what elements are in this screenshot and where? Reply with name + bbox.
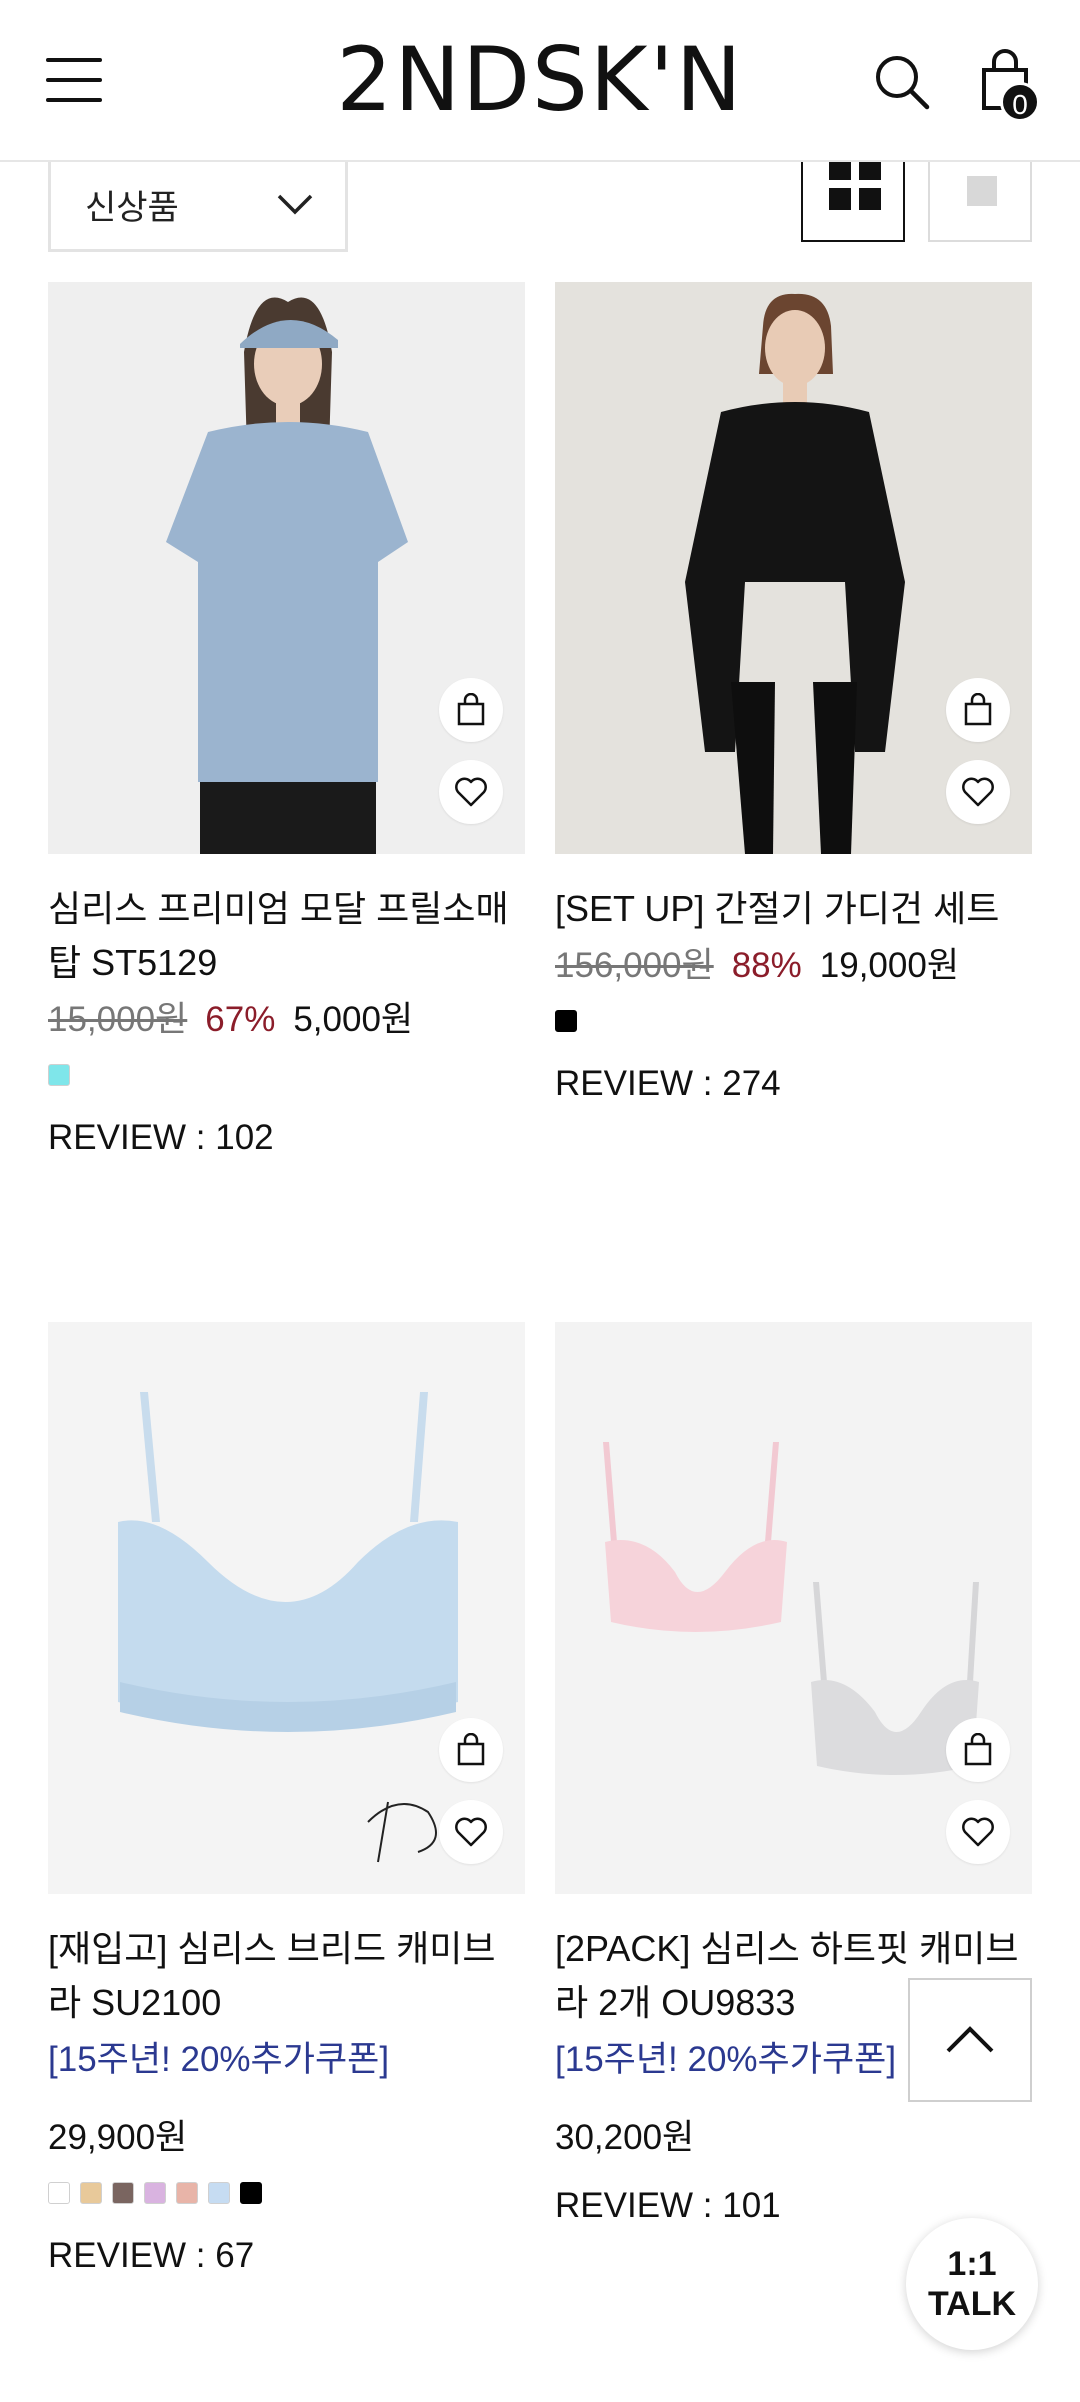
shopping-bag-icon bbox=[457, 1733, 485, 1766]
sale-price: 30,200원 bbox=[555, 2118, 695, 2157]
wishlist-button[interactable] bbox=[946, 760, 1010, 824]
sort-selected-label: 신상품 bbox=[85, 189, 179, 227]
price-row: 29,900원 bbox=[48, 2108, 525, 2168]
cart-count-badge: 0 bbox=[1000, 82, 1040, 122]
price-row: 30,200원 bbox=[555, 2108, 1032, 2168]
add-to-cart-button[interactable] bbox=[439, 1718, 503, 1782]
product-card[interactable]: [SET UP] 간절기 가디건 세트 156,000원 88% 19,000원 R… bbox=[555, 282, 1032, 1114]
product-name[interactable]: [재입고] 심리스 브리드 캐미브라 SU2100 bbox=[48, 1922, 525, 2030]
wishlist-button[interactable] bbox=[946, 1800, 1010, 1864]
add-to-cart-button[interactable] bbox=[946, 678, 1010, 742]
color-swatches bbox=[555, 1010, 1032, 1032]
wishlist-button[interactable] bbox=[439, 760, 503, 824]
color-swatch bbox=[48, 2182, 70, 2204]
add-to-cart-button[interactable] bbox=[439, 678, 503, 742]
sale-price: 29,900원 bbox=[48, 2118, 188, 2157]
color-swatches bbox=[48, 1064, 525, 1086]
review-count: REVIEW : 67 bbox=[48, 2236, 255, 2275]
discount-rate: 67% bbox=[205, 1000, 276, 1039]
color-swatches bbox=[48, 2182, 525, 2204]
color-swatch bbox=[176, 2182, 198, 2204]
shopping-bag-icon bbox=[964, 1733, 992, 1766]
single-view-icon bbox=[967, 176, 997, 206]
heart-icon bbox=[962, 1817, 994, 1847]
product-image[interactable] bbox=[555, 282, 1032, 854]
search-icon[interactable] bbox=[872, 52, 932, 112]
talk-label-bottom: TALK bbox=[927, 2285, 1017, 2323]
wishlist-button[interactable] bbox=[439, 1800, 503, 1864]
shopping-bag-icon bbox=[964, 693, 992, 726]
color-swatch bbox=[112, 2182, 134, 2204]
heart-icon bbox=[455, 777, 487, 807]
talk-label-top: 1:1 bbox=[947, 2245, 997, 2283]
shopping-bag-icon bbox=[457, 693, 485, 726]
scroll-to-top-button[interactable] bbox=[908, 1978, 1032, 2102]
color-swatch bbox=[144, 2182, 166, 2204]
color-swatch bbox=[240, 2182, 262, 2204]
product-image[interactable] bbox=[555, 1322, 1032, 1894]
color-swatch bbox=[555, 1010, 577, 1032]
chevron-down-icon bbox=[277, 194, 313, 215]
product-card[interactable]: 심리스 프리미엄 모달 프릴소매탑 ST5129 15,000원 67% 5,000… bbox=[48, 282, 525, 1168]
color-swatch bbox=[48, 1064, 70, 1086]
price-row: 15,000원 67% 5,000원 bbox=[48, 990, 525, 1050]
color-swatch bbox=[80, 2182, 102, 2204]
heart-icon bbox=[962, 777, 994, 807]
product-name[interactable]: [SET UP] 간절기 가디건 세트 bbox=[555, 882, 1032, 936]
heart-icon bbox=[455, 1817, 487, 1847]
product-name[interactable]: 심리스 프리미엄 모달 프릴소매탑 ST5129 bbox=[48, 882, 525, 990]
color-swatch bbox=[208, 2182, 230, 2204]
single-view-button[interactable] bbox=[928, 150, 1032, 242]
sale-price: 5,000원 bbox=[293, 1000, 414, 1039]
price-row: 156,000원 88% 19,000원 bbox=[555, 936, 1032, 996]
product-image[interactable] bbox=[48, 282, 525, 854]
grid-view-button[interactable] bbox=[801, 150, 905, 242]
add-to-cart-button[interactable] bbox=[946, 1718, 1010, 1782]
discount-rate: 88% bbox=[731, 946, 802, 985]
header: 2NDSK'N 0 bbox=[0, 0, 1080, 162]
talk-chat-button[interactable]: 1:1 TALK bbox=[906, 2218, 1038, 2350]
promo-label: [15주년! 20%추가쿠폰] bbox=[48, 2040, 390, 2079]
review-count: REVIEW : 102 bbox=[48, 1118, 274, 1157]
sort-dropdown[interactable]: 신상품 bbox=[48, 160, 348, 252]
product-card[interactable]: [재입고] 심리스 브리드 캐미브라 SU2100 [15주년! 20%추가쿠폰… bbox=[48, 1322, 525, 2286]
review-count: REVIEW : 274 bbox=[555, 1064, 781, 1103]
sale-price: 19,000원 bbox=[819, 946, 960, 985]
original-price: 15,000원 bbox=[48, 1000, 188, 1039]
product-image[interactable] bbox=[48, 1322, 525, 1894]
original-price: 156,000원 bbox=[555, 946, 714, 985]
chevron-up-icon bbox=[946, 2026, 994, 2053]
